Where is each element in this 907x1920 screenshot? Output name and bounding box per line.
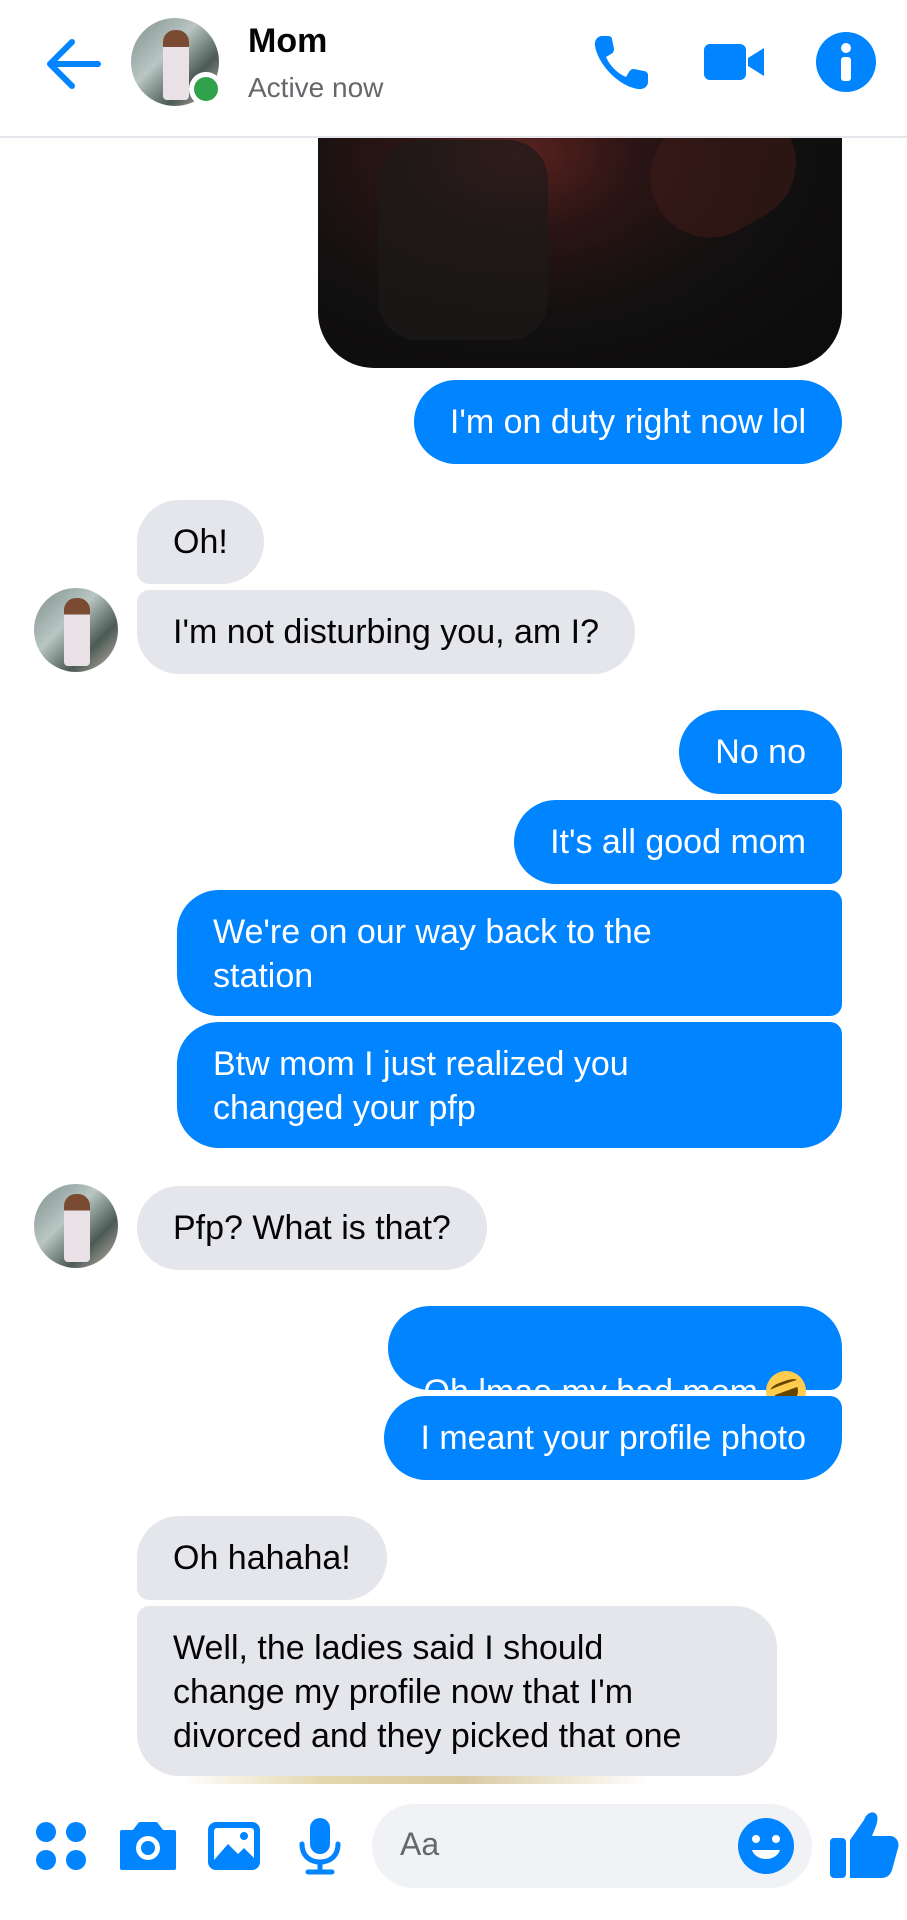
back-arrow-icon[interactable]	[42, 36, 104, 92]
contact-avatar[interactable]	[131, 18, 223, 106]
contact-status: Active now	[248, 72, 384, 103]
composer-bar: Aa	[0, 1784, 907, 1920]
message-outgoing[interactable]: Btw mom I just realized you changed your…	[177, 1022, 842, 1148]
contact-name[interactable]: Mom	[248, 22, 327, 61]
message-incoming[interactable]: I'm not disturbing you, am I?	[137, 590, 636, 674]
message-outgoing[interactable]: We're on our way back to the station	[177, 890, 842, 1016]
microphone-icon[interactable]	[288, 1814, 352, 1878]
message-outgoing[interactable]: I meant your profile photo	[384, 1396, 842, 1480]
image-icon[interactable]	[202, 1814, 266, 1878]
video-camera-icon[interactable]	[700, 28, 768, 96]
message-incoming[interactable]: Pfp? What is that?	[137, 1186, 487, 1270]
message-incoming[interactable]: Oh!	[137, 500, 264, 584]
conversation-header: Mom Active now	[0, 0, 907, 138]
thumbs-up-icon[interactable]	[826, 1806, 902, 1882]
active-status-dot	[189, 72, 223, 106]
message-outgoing[interactable]: It's all good mom	[514, 800, 842, 884]
info-icon[interactable]	[812, 28, 880, 96]
emoji-icon[interactable]	[734, 1814, 798, 1878]
more-apps-icon[interactable]	[30, 1814, 94, 1878]
contact-avatar-small[interactable]	[34, 1184, 118, 1268]
phone-icon[interactable]	[588, 28, 656, 96]
message-input[interactable]: Aa	[372, 1804, 812, 1888]
camera-icon[interactable]	[116, 1814, 180, 1878]
message-incoming[interactable]: Oh hahaha!	[137, 1516, 387, 1600]
message-outgoing[interactable]: Oh lmao my bad mom	[387, 1306, 842, 1417]
shared-photo[interactable]	[318, 100, 842, 368]
message-outgoing[interactable]: No no	[679, 710, 842, 794]
next-photo-peek	[180, 1776, 650, 1784]
contact-avatar-small[interactable]	[34, 588, 118, 672]
message-incoming[interactable]: Well, the ladies said I should change my…	[137, 1606, 777, 1776]
message-input-placeholder: Aa	[400, 1826, 440, 1862]
message-outgoing[interactable]: I'm on duty right now lol	[413, 380, 842, 464]
